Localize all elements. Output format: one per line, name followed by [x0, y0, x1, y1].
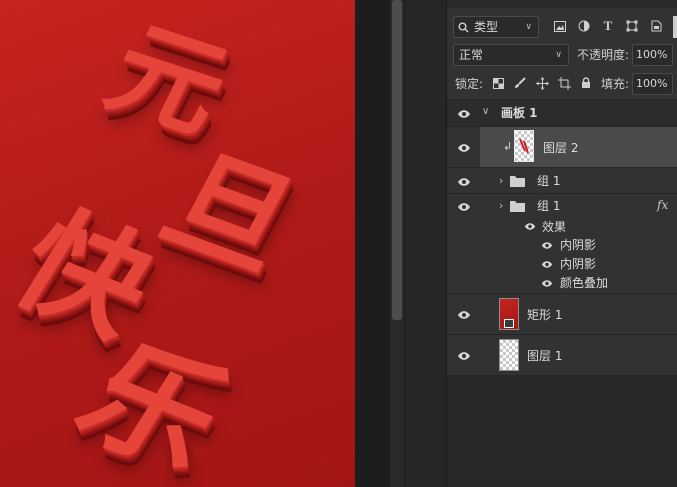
eye-icon[interactable]	[457, 109, 471, 119]
smart-object-filter-icon[interactable]	[649, 19, 663, 33]
artboard-name: 画板 1	[501, 106, 538, 120]
eye-icon[interactable]	[541, 241, 553, 250]
adjustment-filter-icon[interactable]	[577, 19, 591, 33]
panel-divider	[404, 0, 446, 487]
checkerboard-icon[interactable]	[491, 76, 505, 90]
effect-name: 内阴影	[560, 257, 597, 271]
group-row[interactable]: › 组 1	[447, 168, 677, 193]
image-filter-icon[interactable]	[553, 19, 567, 33]
layer-thumbnail	[499, 298, 519, 330]
effect-name: 内阴影	[560, 238, 597, 252]
layer-row[interactable]: 图层 1	[447, 335, 677, 375]
move-icon[interactable]	[535, 76, 549, 90]
group-name: 组 1	[537, 199, 561, 213]
effects-header-row[interactable]: 效果	[447, 218, 677, 236]
effect-row[interactable]: 颜色叠加	[447, 274, 677, 293]
panel-top-edge	[447, 0, 677, 8]
opacity-input[interactable]: 100%	[632, 44, 673, 66]
brush-icon[interactable]	[513, 76, 527, 90]
fill-label: 填充:	[601, 77, 630, 91]
fill-value: 100%	[636, 77, 668, 90]
document-canvas[interactable]: 元 旦 快 乐	[0, 0, 355, 487]
search-icon	[458, 22, 469, 33]
effect-name: 颜色叠加	[560, 276, 609, 290]
blend-mode-select[interactable]: 正常 ∨	[453, 44, 569, 66]
type-filter-icon[interactable]: T	[601, 18, 615, 33]
eye-icon[interactable]	[457, 202, 471, 212]
eye-icon[interactable]	[457, 143, 471, 153]
layers-empty-area	[447, 376, 677, 487]
folder-icon	[510, 176, 525, 187]
artboard-icon[interactable]	[557, 76, 571, 90]
clipping-arrow-icon: ↲	[503, 140, 513, 153]
opacity-value: 100%	[636, 48, 668, 61]
chevron-down-icon[interactable]: ∨	[482, 104, 489, 120]
eye-icon[interactable]	[457, 351, 471, 361]
chevron-down-icon: ∨	[555, 50, 562, 60]
layer-name: 图层 1	[527, 349, 563, 363]
eye-icon[interactable]	[541, 279, 553, 288]
effect-row[interactable]: 内阴影	[447, 236, 677, 255]
layer-thumbnail	[514, 130, 534, 162]
lock-icon[interactable]	[579, 76, 593, 90]
eye-icon[interactable]	[524, 222, 536, 231]
layer-row-selected[interactable]: ↲ 图层 2	[447, 127, 677, 167]
eye-icon[interactable]	[457, 310, 471, 320]
filter-toggle[interactable]	[673, 16, 677, 38]
scrollbar-thumb[interactable]	[392, 0, 402, 320]
effect-row[interactable]: 内阴影	[447, 255, 677, 274]
shape-layer-row[interactable]: 矩形 1	[447, 294, 677, 334]
fill-input[interactable]: 100%	[632, 73, 673, 95]
layer-thumbnail	[499, 339, 519, 371]
layer-name: 矩形 1	[527, 308, 563, 322]
layer-filter-select[interactable]: 类型 ∨	[453, 16, 539, 38]
filter-kind-label: 类型	[474, 20, 499, 34]
opacity-label: 不透明度:	[577, 48, 630, 62]
shape-badge-icon	[504, 319, 514, 328]
chevron-down-icon: ∨	[525, 22, 532, 32]
blend-mode-value: 正常	[459, 48, 484, 62]
chevron-right-icon[interactable]: ›	[499, 173, 503, 189]
layers-panel: 类型 ∨ T 正常 ∨ 不透明度: 100% 锁定: 填充: 100% ∨ 画板…	[446, 0, 677, 487]
eye-icon[interactable]	[541, 260, 553, 269]
lock-label: 锁定:	[455, 77, 484, 91]
group-row-with-effects[interactable]: › 组 1 fx	[447, 194, 677, 218]
chevron-right-icon[interactable]: ›	[499, 198, 503, 214]
fx-icon[interactable]: fx	[657, 197, 668, 213]
group-name: 组 1	[537, 174, 561, 188]
effects-label: 效果	[542, 220, 567, 234]
folder-icon	[510, 201, 525, 212]
layer-name: 图层 2	[543, 141, 579, 155]
pasteboard	[355, 0, 390, 487]
shape-filter-icon[interactable]	[625, 19, 639, 33]
eye-icon[interactable]	[457, 177, 471, 187]
artboard-row[interactable]: ∨ 画板 1	[447, 100, 677, 126]
